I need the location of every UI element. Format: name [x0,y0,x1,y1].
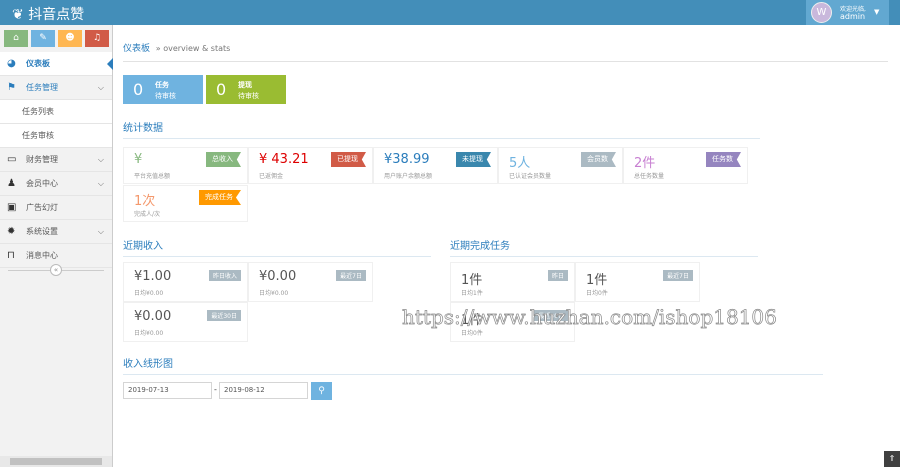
income-box: ¥0.00 日均¥0.00 最近7日 [248,262,373,302]
user-menu[interactable]: W 欢迎光临, admin ▼ [806,0,889,25]
inbox-icon: ▭ [7,154,17,165]
sidebar-item-finance[interactable]: ▭ 财务管理 ⌵ [0,148,112,172]
search-icon: ⚲ [318,386,325,396]
stat-cell: ¥ 43.21 已返佣金 已提现 [248,147,373,184]
breadcrumb: 仪表板 » overview & stats [123,44,231,54]
sidebar-item-tasks[interactable]: ⚑ 任务管理 ⌵ [0,76,112,100]
tile-pending-tasks[interactable]: 0 任务 待审核 [123,75,203,104]
stat-ribbon: 会员数 [581,152,616,167]
gear-icon: ✹ [7,226,16,237]
stat-cell: 2件 总任务数量 任务数 [623,147,748,184]
brand[interactable]: ❦ 抖音点赞 [12,4,84,24]
users-shortcut-button[interactable]: ☻ [58,30,82,47]
sidebar-item-task-review[interactable]: 任务审核 [0,124,112,148]
tasks-box: 1件 日均1件 昨日 [450,262,575,302]
chevron-down-icon: ⌵ [97,83,104,92]
leaf-icon: ❦ [12,7,24,23]
main-content: 仪表板 » overview & stats 0 任务 待审核 0 提现 待审核 统计数… [113,25,900,467]
stat-ribbon: 已提现 [331,152,366,167]
period-badge: 昨日收入 [208,270,241,281]
dashboard-icon: ◕ [7,58,16,69]
stat-ribbon: 总收入 [206,152,241,167]
stat-ribbon: 未提现 [456,152,491,167]
stat-cell: 1次 完成人/次 完成任务 [123,185,248,222]
back-to-top-button[interactable]: ⇑ [884,451,900,467]
period-badge: 最近7日 [336,270,366,281]
sidebar: ⌂ ✎ ☻ ♫ ◕ 仪表板 ⚑ 任务管理 ⌵ 任务列表 任务审核 ▭ 财务管理 ⌵ ♟ 会员… [0,25,113,467]
avatar: W [811,2,832,23]
period-badge: 最近7日 [663,270,693,281]
top-navbar: ❦ 抖音点赞 W 欢迎光临, admin ▼ [0,0,900,25]
caret-down-icon: ▼ [874,8,880,16]
flag-icon: ⚑ [7,82,16,93]
income-box: ¥1.00 日均¥0.00 昨日收入 [123,262,248,302]
search-button[interactable]: ⚲ [311,382,332,400]
section-title-chart: 收入线形图 [123,355,823,375]
double-chevron-up-icon: ⇑ [888,454,896,463]
stat-ribbon: 完成任务 [199,190,241,205]
sidebar-item-members[interactable]: ♟ 会员中心 ⌵ [0,172,112,196]
section-title-tasks: 近期完成任务 [450,237,758,257]
tasks-box: 1件 日均0件 最近7日 [575,262,700,302]
home-shortcut-button[interactable]: ⌂ [4,30,28,47]
section-title-income: 近期收入 [123,237,431,257]
chevron-down-icon: ⌵ [97,155,104,164]
collapse-sidebar-button[interactable]: « [50,264,62,276]
income-box: ¥0.00 日均¥0.00 最近30日 [123,302,248,342]
pencil-shortcut-button[interactable]: ✎ [31,30,55,47]
sidebar-item-ads[interactable]: ▣ 广告幻灯 [0,196,112,220]
user-icon: ♟ [7,178,16,189]
sidebar-item-settings[interactable]: ✹ 系统设置 ⌵ [0,220,112,244]
section-title-stats: 统计数据 [123,119,760,139]
sidebar-item-dashboard[interactable]: ◕ 仪表板 [0,52,113,76]
period-badge: 最近30日 [207,310,241,321]
stat-cell: 5人 已认证会员数量 会员数 [498,147,623,184]
chevron-down-icon: ⌵ [97,179,104,188]
stat-cell: ¥38.99 用户账户余额总额 未提现 [373,147,498,184]
period-badge: 昨日 [547,270,568,281]
tile-pending-withdrawals[interactable]: 0 提现 待审核 [206,75,286,104]
start-date-input[interactable]: 2019-07-13 [123,382,212,399]
watermark: https://www.huzhan.com/ishop18106 [402,305,778,330]
bell-shortcut-button[interactable]: ♫ [85,30,109,47]
bookmark-icon: ⊓ [7,250,15,261]
end-date-input[interactable]: 2019-08-12 [219,382,308,399]
sidebar-item-task-list[interactable]: 任务列表 [0,100,112,124]
horizontal-scrollbar[interactable] [0,456,112,467]
stat-ribbon: 任务数 [706,152,741,167]
chevron-down-icon: ⌵ [97,227,104,236]
stat-cell: ¥ 平台充值总额 总收入 [123,147,248,184]
picture-icon: ▣ [7,202,17,213]
